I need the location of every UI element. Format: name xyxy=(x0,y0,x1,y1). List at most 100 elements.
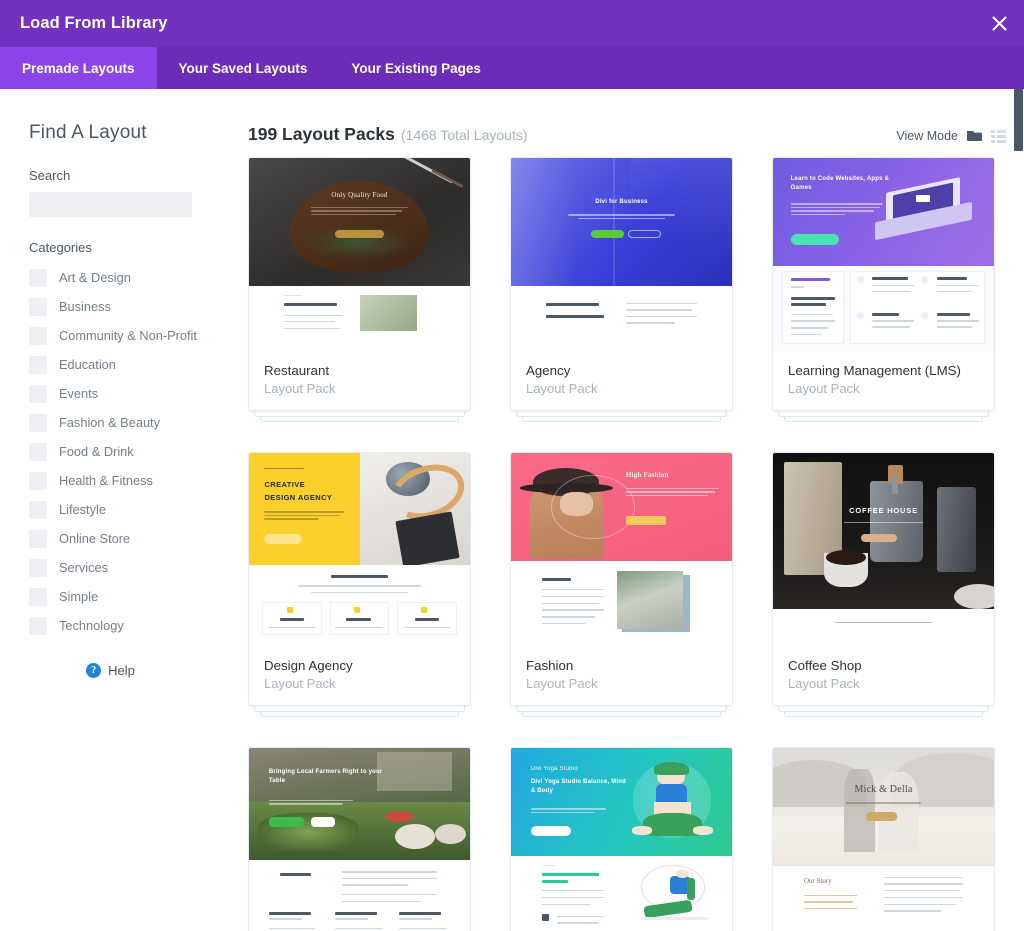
tab-bar: Premade Layouts Your Saved Layouts Your … xyxy=(0,47,1024,89)
layout-pack-card-coffee-shop[interactable]: COFFEE HOUSE Coffee Shop Layout Pack xyxy=(772,452,995,706)
search-input[interactable] xyxy=(29,192,192,217)
checkbox-icon[interactable] xyxy=(29,530,47,548)
layout-pack-card-learning-management-lms[interactable]: Learn to Code Websites, Apps & Games xyxy=(772,157,995,411)
card-meta: Agency Layout Pack xyxy=(511,351,732,410)
card-title: Fashion xyxy=(526,658,717,673)
sidebar-item-online-store[interactable]: Online Store xyxy=(29,524,248,553)
tab-label: Your Saved Layouts xyxy=(179,61,308,76)
category-label: Health & Fitness xyxy=(59,473,153,488)
sidebar-item-business[interactable]: Business xyxy=(29,292,248,321)
checkbox-icon[interactable] xyxy=(29,385,47,403)
card-stack-shadow xyxy=(778,706,989,712)
layout-pack-card-fashion[interactable]: High Fashion xyxy=(510,452,733,706)
card-subtitle: Layout Pack xyxy=(526,676,717,691)
thumbnail-hero: High Fashion xyxy=(511,453,732,561)
card-subtitle: Layout Pack xyxy=(788,676,979,691)
checkbox-icon[interactable] xyxy=(29,298,47,316)
help-label: Help xyxy=(108,663,135,678)
card-subtitle: Layout Pack xyxy=(526,381,717,396)
page-title: Load From Library xyxy=(20,14,167,33)
sidebar-item-art-design[interactable]: Art & Design xyxy=(29,263,248,292)
layout-pack-card-design-agency[interactable]: CREATIVE DESIGN AGENCY xyxy=(248,452,471,706)
card-subtitle: Layout Pack xyxy=(788,381,979,396)
body-headline xyxy=(546,303,599,306)
scrollbar-thumb[interactable] xyxy=(1014,89,1023,151)
checkbox-icon[interactable] xyxy=(29,356,47,374)
thumbnail-body xyxy=(249,860,470,931)
layout-pack-card-wrap: COFFEE HOUSE Coffee Shop Layout Pack xyxy=(772,452,995,706)
tab-premade-layouts[interactable]: Premade Layouts xyxy=(0,47,157,89)
sidebar-item-community-non-profit[interactable]: Community & Non-Profit xyxy=(29,321,248,350)
category-label: Community & Non-Profit xyxy=(59,328,197,343)
packs-count: 199 Layout Packs xyxy=(248,124,395,145)
card-subtitle: Layout Pack xyxy=(264,381,455,396)
layout-pack-card-wrap: Learn to Code Websites, Apps & Games xyxy=(772,157,995,411)
sidebar-item-events[interactable]: Events xyxy=(29,379,248,408)
card-thumbnail: Only Quality Food xyxy=(249,158,470,351)
card-meta: Coffee Shop Layout Pack xyxy=(773,646,994,705)
list-view-icon[interactable] xyxy=(991,130,1006,143)
hero-headline: Divi for Business xyxy=(511,198,732,206)
tab-your-saved-layouts[interactable]: Your Saved Layouts xyxy=(157,47,330,89)
checkbox-icon[interactable] xyxy=(29,501,47,519)
sidebar-item-simple[interactable]: Simple xyxy=(29,582,248,611)
thumbnail-hero: Bringing Local Farmers Right to your Tab… xyxy=(249,748,470,860)
card-thumbnail: COFFEE HOUSE xyxy=(773,453,994,646)
layout-pack-card-yoga-studio[interactable]: Divi Yoga Studio Divi Yoga Studio Balanc… xyxy=(510,747,733,931)
layout-pack-card-farmers-market[interactable]: Bringing Local Farmers Right to your Tab… xyxy=(248,747,471,931)
card-stack-shadow xyxy=(254,706,465,712)
sidebar-item-services[interactable]: Services xyxy=(29,553,248,582)
hero-headline: COFFEE HOUSE xyxy=(773,506,994,516)
hero-headline: Mick & Della xyxy=(773,783,994,797)
sidebar-item-fashion-beauty[interactable]: Fashion & Beauty xyxy=(29,408,248,437)
scrollbar-track[interactable] xyxy=(1012,89,1024,931)
checkbox-icon[interactable] xyxy=(29,617,47,635)
sidebar-item-education[interactable]: Education xyxy=(29,350,248,379)
category-label: Simple xyxy=(59,589,98,604)
hero-cta-button xyxy=(531,826,571,836)
card-meta: Fashion Layout Pack xyxy=(511,646,732,705)
layout-pack-card-agency[interactable]: Divi for Business xyxy=(510,157,733,411)
layout-packs-panel: 199 Layout Packs (1468 Total Layouts) Vi… xyxy=(248,89,1024,931)
checkbox-icon[interactable] xyxy=(29,588,47,606)
close-icon xyxy=(992,16,1007,31)
tab-your-existing-pages[interactable]: Your Existing Pages xyxy=(329,47,503,89)
body-headline xyxy=(835,622,932,623)
card-title: Coffee Shop xyxy=(788,658,979,673)
body-headline xyxy=(542,873,599,876)
grid-view-icon[interactable] xyxy=(967,129,982,143)
checkbox-icon[interactable] xyxy=(29,414,47,432)
sidebar-item-food-drink[interactable]: Food & Drink xyxy=(29,437,248,466)
category-label: Technology xyxy=(59,618,124,633)
card-stack-shadow xyxy=(516,411,727,417)
hero-cta-button xyxy=(264,534,302,544)
sidebar-heading: Find A Layout xyxy=(29,122,248,144)
body-headline xyxy=(331,575,388,578)
sidebar-item-lifestyle[interactable]: Lifestyle xyxy=(29,495,248,524)
checkbox-icon[interactable] xyxy=(29,269,47,287)
body-headline xyxy=(542,578,571,581)
layout-pack-card-restaurant[interactable]: Only Quality Food xyxy=(248,157,471,411)
close-button[interactable] xyxy=(982,7,1016,41)
layout-pack-card-wrap: Only Quality Food xyxy=(248,157,471,411)
thumbnail-body xyxy=(511,286,732,351)
thumbnail-hero: Mick & Della xyxy=(773,748,994,866)
body-headline xyxy=(791,278,831,281)
thumbnail-body xyxy=(773,609,994,646)
thumbnail-body: Our Story xyxy=(773,866,994,931)
card-title: Design Agency xyxy=(264,658,455,673)
checkbox-icon[interactable] xyxy=(29,327,47,345)
thumbnail-hero: COFFEE HOUSE xyxy=(773,453,994,609)
hero-headline: High Fashion xyxy=(626,471,669,480)
sidebar-item-health-fitness[interactable]: Health & Fitness xyxy=(29,466,248,495)
thumbnail-body xyxy=(249,565,470,646)
layout-pack-card-wedding[interactable]: Mick & Della Our Story xyxy=(772,747,995,931)
card-thumbnail: Mick & Della Our Story xyxy=(773,748,994,931)
categories-list: Art & Design Business Community & Non-Pr… xyxy=(29,263,248,640)
thumbnail-hero: Learn to Code Websites, Apps & Games xyxy=(773,158,994,266)
checkbox-icon[interactable] xyxy=(29,472,47,490)
sidebar-item-technology[interactable]: Technology xyxy=(29,611,248,640)
checkbox-icon[interactable] xyxy=(29,559,47,577)
help-button[interactable]: ? Help xyxy=(29,663,192,678)
checkbox-icon[interactable] xyxy=(29,443,47,461)
